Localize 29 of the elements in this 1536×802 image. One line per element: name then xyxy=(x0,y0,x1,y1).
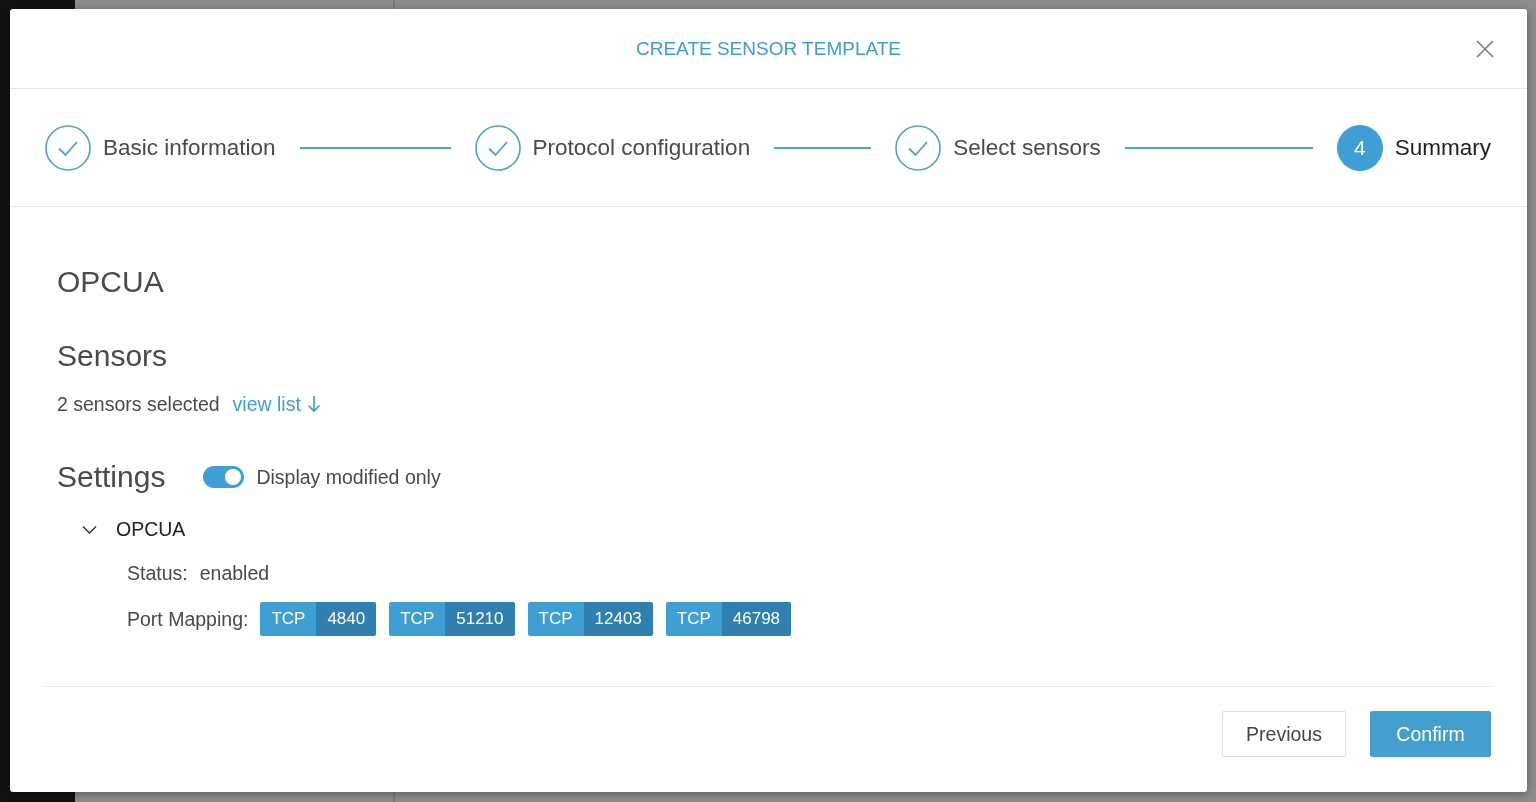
field-value: enabled xyxy=(199,561,270,585)
port-number-tag: 51210 xyxy=(445,602,515,636)
step-label: Basic information xyxy=(103,134,276,161)
step-label: Protocol configuration xyxy=(532,134,751,161)
protocol-tag: TCP xyxy=(527,602,584,636)
section-heading: Sensors xyxy=(57,338,168,374)
field-label: Port Mapping: xyxy=(127,607,249,631)
view-list-link[interactable]: view list xyxy=(232,392,321,416)
port-number-tag: 46798 xyxy=(721,602,792,636)
toggle-switch[interactable] xyxy=(203,466,245,488)
protocol-tag: TCP xyxy=(389,602,446,636)
close-icon xyxy=(1476,39,1494,58)
field-label: Status: xyxy=(127,561,188,585)
sensor-count-text: 2 sensors selected xyxy=(57,392,220,416)
section-heading: Settings xyxy=(57,459,166,495)
port-number-tag: 4840 xyxy=(316,602,377,636)
confirm-button[interactable]: Confirm xyxy=(1370,711,1491,757)
port-number-tag: 12403 xyxy=(583,602,653,636)
step-label: Summary xyxy=(1394,134,1491,161)
protocol-heading: OPCUA xyxy=(57,264,164,300)
step-number: 4 xyxy=(1336,124,1383,171)
dialog-title: CREATE SENSOR TEMPLATE xyxy=(636,37,901,60)
toggle-label: Display modified only xyxy=(256,465,441,489)
protocol-tag: TCP xyxy=(665,602,722,636)
protocol-tag: TCP xyxy=(260,602,317,636)
tree-node-label: OPCUA xyxy=(116,517,186,541)
step-label: Select sensors xyxy=(953,134,1101,161)
arrow-down-icon xyxy=(306,395,321,413)
previous-button[interactable]: Previous xyxy=(1222,711,1346,757)
